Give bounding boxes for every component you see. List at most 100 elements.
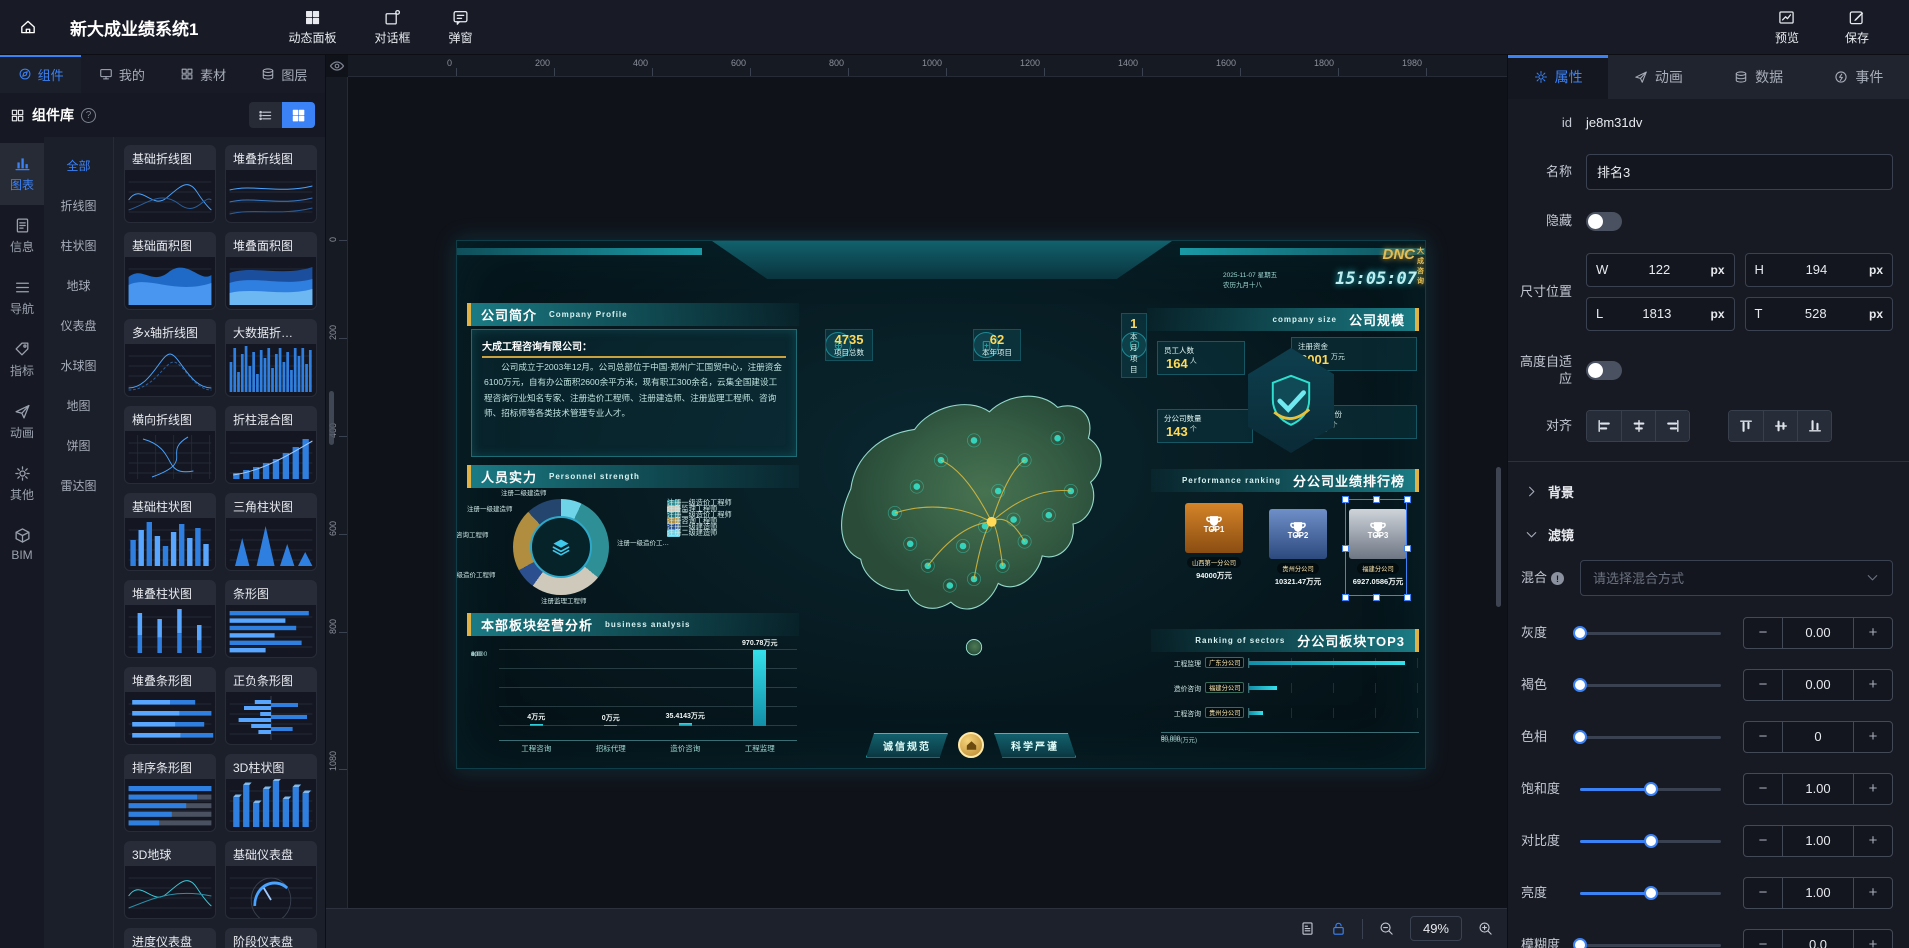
selection-handle[interactable] <box>1404 594 1411 601</box>
zoom-in-icon[interactable] <box>1478 921 1493 936</box>
component-card[interactable]: 3D柱状图 <box>225 754 317 832</box>
alignM-button[interactable] <box>1763 411 1797 441</box>
subcategory-地图[interactable]: 地图 <box>44 385 113 425</box>
alignR-button[interactable] <box>1655 411 1689 441</box>
selection-handle[interactable] <box>1373 496 1380 503</box>
subcategory-饼图[interactable]: 饼图 <box>44 425 113 465</box>
slider-thumb[interactable] <box>1573 678 1587 692</box>
subcategory-地球[interactable]: 地球 <box>44 265 113 305</box>
home-button[interactable] <box>0 18 56 36</box>
component-card[interactable]: 多x轴折线图 <box>124 319 216 397</box>
rank-card-1[interactable]: TOP1山西第一分公司94000万元 <box>1185 503 1243 581</box>
component-card[interactable]: 阶段仪表盘 <box>225 928 317 948</box>
blend-select[interactable]: 请选择混合方式 <box>1580 560 1893 596</box>
selection-handle[interactable] <box>1342 545 1349 552</box>
hide-toggle[interactable] <box>1586 212 1622 231</box>
slider-thumb[interactable] <box>1644 782 1658 796</box>
plus-button[interactable]: + <box>1854 670 1892 700</box>
minus-button[interactable]: − <box>1744 670 1782 700</box>
component-card[interactable]: 折柱混合图 <box>225 406 317 484</box>
stage[interactable]: DNC大成咨询2025-11-07 星期五农历九月十八15:05:07公司简介C… <box>348 77 1507 908</box>
lock-icon[interactable] <box>1331 921 1346 936</box>
subcategory-仪表盘[interactable]: 仪表盘 <box>44 305 113 345</box>
filter-slider[interactable] <box>1580 781 1721 797</box>
right-scrollbar-thumb[interactable] <box>1496 467 1501 607</box>
left-tab-material[interactable]: 素材 <box>163 55 244 93</box>
slider-thumb[interactable] <box>1644 886 1658 900</box>
zoom-level[interactable]: 49% <box>1410 916 1462 941</box>
left-tab-comp[interactable]: 组件 <box>0 55 81 93</box>
filter-section[interactable]: 滤镜 <box>1508 513 1909 556</box>
subcategory-折线图[interactable]: 折线图 <box>44 185 113 225</box>
filter-slider[interactable] <box>1580 833 1721 849</box>
component-card[interactable]: 基础折线图 <box>124 145 216 223</box>
component-card[interactable]: 堆叠柱状图 <box>124 580 216 658</box>
size-input-T[interactable]: T528px <box>1745 297 1894 331</box>
minus-button[interactable]: − <box>1744 774 1782 804</box>
tool-grid[interactable]: 动态面板 <box>288 9 336 46</box>
category-图表[interactable]: 图表 <box>0 143 44 205</box>
left-scrollbar-thumb[interactable] <box>329 391 334 445</box>
plus-button[interactable]: + <box>1854 826 1892 856</box>
size-input-W[interactable]: W122px <box>1586 253 1735 287</box>
component-card[interactable]: 基础柱状图 <box>124 493 216 571</box>
tool-dialog[interactable]: 对话框 <box>374 9 410 46</box>
component-card[interactable]: 堆叠面积图 <box>225 232 317 310</box>
subcategory-雷达图[interactable]: 雷达图 <box>44 465 113 505</box>
tool-popup[interactable]: 弹窗 <box>449 9 473 46</box>
right-tab-gear[interactable]: 属性 <box>1508 55 1608 99</box>
component-card[interactable]: 3D地球 <box>124 841 216 919</box>
zoom-out-icon[interactable] <box>1379 921 1394 936</box>
preview-button[interactable]: 预览 <box>1775 9 1799 46</box>
category-动画[interactable]: 动画 <box>0 391 44 453</box>
rank-card-3[interactable]: TOP3福建分公司6927.0586万元 <box>1349 509 1407 587</box>
filter-slider[interactable] <box>1580 937 1721 948</box>
background-section[interactable]: 背景 <box>1508 470 1909 513</box>
selection-handle[interactable] <box>1404 545 1411 552</box>
slider-thumb[interactable] <box>1644 834 1658 848</box>
dashboard-artboard[interactable]: DNC大成咨询2025-11-07 星期五农历九月十八15:05:07公司简介C… <box>456 240 1426 769</box>
minus-button[interactable]: − <box>1744 618 1782 648</box>
minus-button[interactable]: − <box>1744 826 1782 856</box>
plus-button[interactable]: + <box>1854 774 1892 804</box>
component-card[interactable]: 进度仪表盘 <box>124 928 216 948</box>
minus-button[interactable]: − <box>1744 722 1782 752</box>
minus-button[interactable]: − <box>1744 878 1782 908</box>
minus-button[interactable]: − <box>1744 930 1782 948</box>
slider-thumb[interactable] <box>1573 938 1587 948</box>
component-card[interactable]: 条形图 <box>225 580 317 658</box>
alignT-button[interactable] <box>1729 411 1763 441</box>
right-tab-event[interactable]: 事件 <box>1809 55 1909 99</box>
left-tab-layer[interactable]: 图层 <box>244 55 325 93</box>
alignC-button[interactable] <box>1621 411 1655 441</box>
slider-thumb[interactable] <box>1573 626 1587 640</box>
rank-card-2[interactable]: TOP2贵州分公司10321.47万元 <box>1269 509 1327 587</box>
selection-handle[interactable] <box>1342 496 1349 503</box>
list-view-button[interactable] <box>249 102 282 128</box>
slider-thumb[interactable] <box>1573 730 1587 744</box>
component-card[interactable]: 堆叠条形图 <box>124 667 216 745</box>
left-tab-mine[interactable]: 我的 <box>81 55 162 93</box>
component-card[interactable]: 三角柱状图 <box>225 493 317 571</box>
filter-slider[interactable] <box>1580 625 1721 641</box>
right-tab-plane[interactable]: 动画 <box>1608 55 1708 99</box>
autoheight-toggle[interactable] <box>1586 361 1622 380</box>
plus-button[interactable]: + <box>1854 878 1892 908</box>
category-指标[interactable]: 指标 <box>0 329 44 391</box>
component-card[interactable]: 大数据折… <box>225 319 317 397</box>
selection-handle[interactable] <box>1342 594 1349 601</box>
category-其他[interactable]: 其他 <box>0 453 44 515</box>
selection-handle[interactable] <box>1373 594 1380 601</box>
alignB-button[interactable] <box>1797 411 1831 441</box>
component-card[interactable]: 正负条形图 <box>225 667 317 745</box>
component-card[interactable]: 基础仪表盘 <box>225 841 317 919</box>
right-tab-layer[interactable]: 数据 <box>1709 55 1809 99</box>
help-icon[interactable]: ? <box>81 108 96 123</box>
filter-slider[interactable] <box>1580 729 1721 745</box>
alignL-button[interactable] <box>1587 411 1621 441</box>
category-BIM[interactable]: BIM <box>0 515 44 574</box>
category-信息[interactable]: 信息 <box>0 205 44 267</box>
page-list-icon[interactable] <box>1300 921 1315 936</box>
selection-handle[interactable] <box>1404 496 1411 503</box>
subcategory-水球图[interactable]: 水球图 <box>44 345 113 385</box>
